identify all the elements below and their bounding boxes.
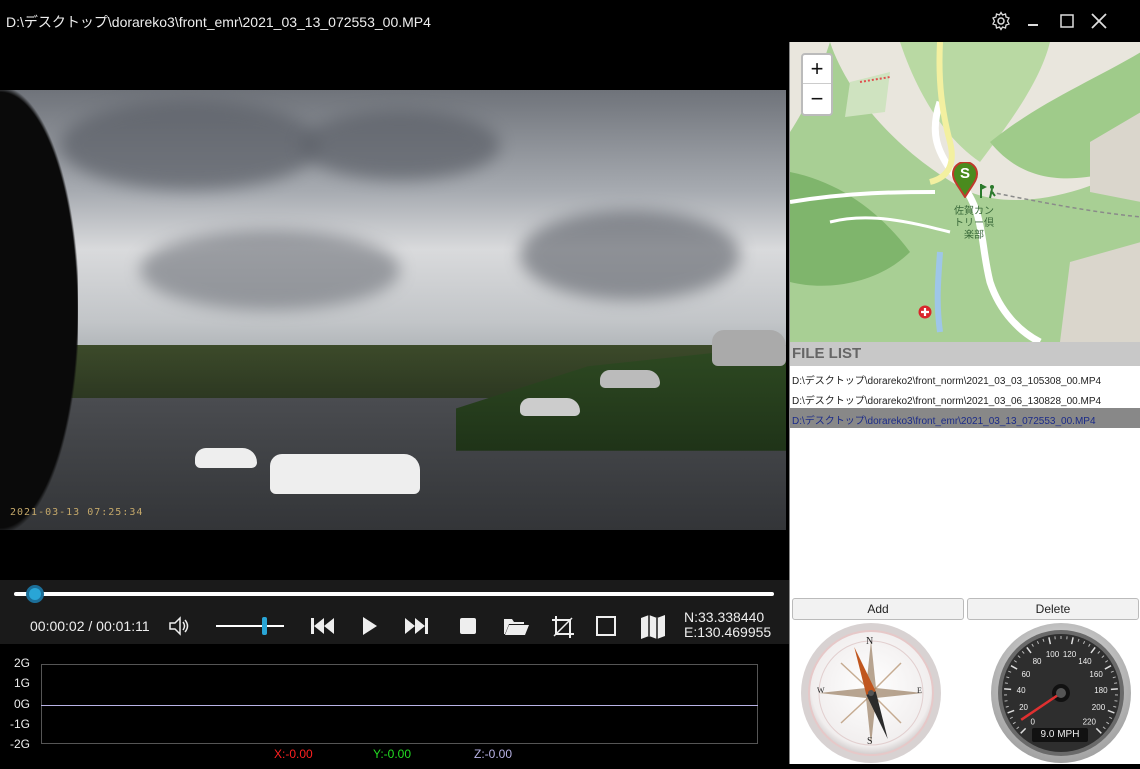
compass-n-label: N	[866, 636, 873, 647]
video-car	[270, 454, 420, 494]
speedometer-tick-label: 100	[1046, 650, 1060, 659]
speedometer: 020 40 6080 100120140 160 180 200 220 9.0 MPH	[990, 622, 1132, 764]
volume-slider[interactable]	[216, 625, 284, 627]
speedometer-tick-label: 140	[1078, 657, 1092, 666]
compass-w-label: W	[817, 686, 825, 695]
file-list-header: FILE LIST	[790, 342, 1140, 366]
map-zoom-control: + −	[801, 53, 833, 116]
gsensor-label-1g: 1G	[14, 676, 30, 690]
side-panel: + − S 佐賀カン トリー倶 楽部 FILE LIST D:\デスクトップ\d…	[789, 42, 1140, 764]
video-timestamp: 2021-03-13 07:25:34	[10, 507, 143, 518]
compass-s-label: S	[867, 736, 873, 747]
speedometer-tick-label: 160	[1089, 670, 1103, 679]
gsensor-label-neg1g: -1G	[10, 717, 30, 731]
map-start-marker-icon[interactable]: S	[952, 162, 978, 198]
playback-controls: 00:00:02 / 00:01:11 N:33.338440 E:130.46…	[0, 580, 789, 644]
minimize-icon[interactable]	[1020, 8, 1046, 34]
video-frame[interactable]: 2021-03-13 07:25:34	[0, 90, 786, 530]
settings-gear-icon[interactable]	[988, 8, 1014, 34]
map-place-label: 佐賀カン トリー倶 楽部	[954, 206, 994, 242]
longitude: E:130.469955	[684, 625, 771, 640]
video-sky	[0, 90, 786, 380]
speedometer-tick-label: 60	[1021, 670, 1030, 679]
speedometer-minor-tick	[1114, 683, 1117, 684]
skip-forward-icon[interactable]	[403, 614, 431, 638]
video-car	[600, 370, 660, 388]
speedometer-tick-label: 180	[1094, 686, 1108, 695]
speedometer-tick-label: 220	[1083, 717, 1097, 726]
gsensor-label-2g: 2G	[14, 656, 30, 670]
seek-thumb[interactable]	[26, 585, 44, 603]
video-dashboard-edge	[0, 90, 78, 530]
video-car	[712, 330, 786, 366]
file-list-item-selected[interactable]: D:\デスクトップ\dorareko3\front_emr\2021_03_13…	[790, 408, 1140, 428]
zoom-out-button[interactable]: −	[803, 84, 831, 113]
total-time: 00:01:11	[96, 618, 149, 634]
window-title: D:\デスクトップ\dorareko3\front_emr\2021_03_13…	[6, 12, 431, 32]
maximize-icon[interactable]	[1054, 8, 1080, 34]
gsensor-y-value: Y:-0.00	[373, 747, 411, 761]
gsensor-z-value: Z:-0.00	[474, 747, 512, 761]
gsensor-zero-line	[41, 705, 758, 706]
map-icon[interactable]	[640, 614, 666, 640]
volume-thumb[interactable]	[262, 617, 267, 635]
compass: N S E W	[800, 622, 942, 764]
zoom-in-button[interactable]: +	[803, 55, 831, 84]
speedometer-tick-label: 120	[1063, 650, 1077, 659]
add-button[interactable]: Add	[792, 598, 964, 620]
open-folder-icon[interactable]	[502, 614, 530, 638]
video-player[interactable]: 2021-03-13 07:25:34	[0, 42, 789, 580]
gsensor-graph: 2G 1G 0G -1G -2G X:-0.00 Y:-0.00 Z:-0.00	[0, 644, 789, 764]
close-icon[interactable]	[1086, 8, 1112, 34]
video-car	[520, 398, 580, 416]
title-bar: D:\デスクトップ\dorareko3\front_emr\2021_03_13…	[0, 0, 1140, 42]
speedometer-dial: 020 40 6080 100120140 160 180 200 220	[990, 622, 1132, 764]
stop-icon[interactable]	[456, 614, 480, 638]
compass-e-label: E	[917, 686, 922, 695]
skip-back-icon[interactable]	[308, 614, 336, 638]
gsensor-label-0g: 0G	[14, 697, 30, 711]
time-display: 00:00:02 / 00:01:11	[30, 618, 150, 634]
file-list-item[interactable]: D:\デスクトップ\dorareko2\front_norm\2021_03_0…	[790, 388, 1140, 408]
speedometer-tick-label: 0	[1030, 717, 1035, 726]
seek-bar[interactable]	[14, 592, 774, 596]
speed-readout: 9.0 MPH	[1032, 729, 1088, 740]
gsensor-label-neg2g: -2G	[10, 737, 30, 751]
fullscreen-icon[interactable]	[594, 614, 618, 638]
gps-coordinates: N:33.338440 E:130.469955	[684, 610, 771, 640]
golf-course-icon	[978, 182, 998, 200]
current-time: 00:00:02	[30, 618, 85, 634]
speedometer-tick-label: 40	[1017, 686, 1026, 695]
speedometer-minor-tick	[1005, 683, 1008, 684]
gsensor-x-value: X:-0.00	[274, 747, 313, 761]
map-marker-label: S	[952, 165, 978, 182]
map-view[interactable]: + − S 佐賀カン トリー倶 楽部	[790, 42, 1140, 342]
file-list-item[interactable]: D:\デスクトップ\dorareko2\front_norm\2021_03_0…	[790, 368, 1140, 388]
hospital-icon	[918, 305, 932, 319]
volume-icon[interactable]	[166, 614, 192, 638]
delete-button[interactable]: Delete	[967, 598, 1139, 620]
video-car	[195, 448, 257, 468]
speedometer-tick-label: 80	[1033, 657, 1042, 666]
speedometer-tick-label: 20	[1019, 703, 1028, 712]
time-separator: /	[88, 618, 92, 634]
play-icon[interactable]	[356, 614, 382, 638]
latitude: N:33.338440	[684, 610, 771, 625]
gsensor-plot-frame	[41, 664, 758, 744]
crop-icon[interactable]	[550, 614, 576, 640]
speedometer-tick-label: 200	[1092, 703, 1106, 712]
